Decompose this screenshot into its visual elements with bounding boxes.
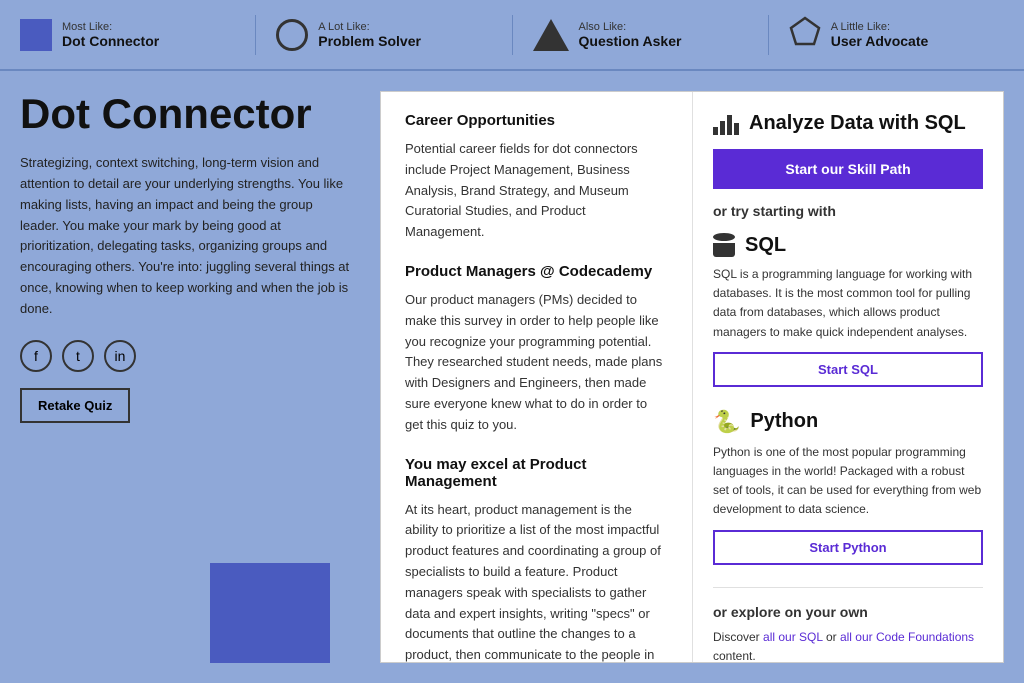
sql-section: SQL SQL is a programming language for wo…	[713, 233, 983, 393]
python-title: Python	[750, 410, 818, 433]
all-code-foundations-link[interactable]: all our Code Foundations	[840, 630, 974, 644]
explore-or-text: or	[826, 630, 840, 644]
product-managers-heading: Product Managers @ Codecademy	[405, 263, 668, 280]
start-python-button[interactable]: Start Python	[713, 530, 983, 565]
top-bar-a-lot-like: A Lot Like: Problem Solver	[276, 15, 512, 55]
facebook-icon[interactable]: f	[20, 340, 52, 372]
a-little-like-label: A Little Like:	[831, 21, 929, 33]
skill-path-header: Analyze Data with SQL	[713, 112, 983, 135]
python-section: 🐍 Python Python is one of the most popul…	[713, 409, 983, 571]
most-like-label: Most Like:	[62, 21, 159, 33]
excel-heading: You may excel at Product Management	[405, 456, 668, 490]
linkedin-icon[interactable]: in	[104, 340, 136, 372]
retake-quiz-button[interactable]: Retake Quiz	[20, 388, 130, 423]
explore-heading: or explore on your own	[713, 604, 983, 620]
top-bar-a-little-like: A Little Like: User Advocate	[789, 12, 1004, 57]
bar-chart-icon	[713, 113, 739, 135]
sql-icon	[713, 233, 735, 257]
python-icon: 🐍	[713, 409, 740, 435]
product-managers-text: Our product managers (PMs) decided to ma…	[405, 290, 668, 436]
page-description: Strategizing, context switching, long-te…	[20, 153, 350, 319]
explore-section: or explore on your own Discover all our …	[713, 587, 983, 663]
most-like-name: Dot Connector	[62, 33, 159, 49]
explore-discover-text: Discover	[713, 630, 763, 644]
top-bar-most-like: Most Like: Dot Connector	[20, 15, 256, 55]
a-lot-like-label: A Lot Like:	[318, 21, 421, 33]
explore-suffix-text: content.	[713, 649, 756, 662]
top-bar-also-like: Also Like: Question Asker	[533, 15, 769, 55]
career-text: Potential career fields for dot connecto…	[405, 139, 668, 243]
square-icon	[20, 19, 52, 51]
excel-text: At its heart, product management is the …	[405, 500, 668, 662]
python-description: Python is one of the most popular progra…	[713, 443, 983, 520]
career-heading: Career Opportunities	[405, 112, 668, 129]
pentagon-icon	[789, 16, 821, 53]
left-panel: Dot Connector Strategizing, context swit…	[20, 91, 360, 663]
also-like-name: Question Asker	[579, 33, 682, 49]
page-title: Dot Connector	[20, 91, 350, 137]
right-panel: Career Opportunities Potential career fi…	[380, 91, 1004, 663]
a-little-like-name: User Advocate	[831, 33, 929, 49]
blue-square-decoration	[210, 563, 330, 663]
all-sql-link[interactable]: all our SQL	[763, 630, 823, 644]
sql-description: SQL is a programming language for workin…	[713, 265, 983, 342]
explore-text: Discover all our SQL or all our Code Fou…	[713, 628, 983, 663]
sql-title: SQL	[745, 234, 786, 257]
also-like-label: Also Like:	[579, 21, 682, 33]
middle-column: Career Opportunities Potential career fi…	[381, 92, 693, 662]
python-header: 🐍 Python	[713, 409, 983, 435]
top-bar: Most Like: Dot Connector A Lot Like: Pro…	[0, 0, 1024, 71]
twitter-icon[interactable]: t	[62, 340, 94, 372]
sql-header: SQL	[713, 233, 983, 257]
skill-path-title: Analyze Data with SQL	[749, 112, 966, 135]
circle-icon	[276, 19, 308, 51]
social-icons: f t in	[20, 340, 350, 372]
main-content: Dot Connector Strategizing, context swit…	[0, 71, 1024, 683]
triangle-icon	[533, 19, 569, 51]
start-skill-path-button[interactable]: Start our Skill Path	[713, 149, 983, 189]
start-sql-button[interactable]: Start SQL	[713, 352, 983, 387]
right-column: Analyze Data with SQL Start our Skill Pa…	[693, 92, 1003, 662]
a-lot-like-name: Problem Solver	[318, 33, 421, 49]
or-try-text: or try starting with	[713, 203, 983, 219]
